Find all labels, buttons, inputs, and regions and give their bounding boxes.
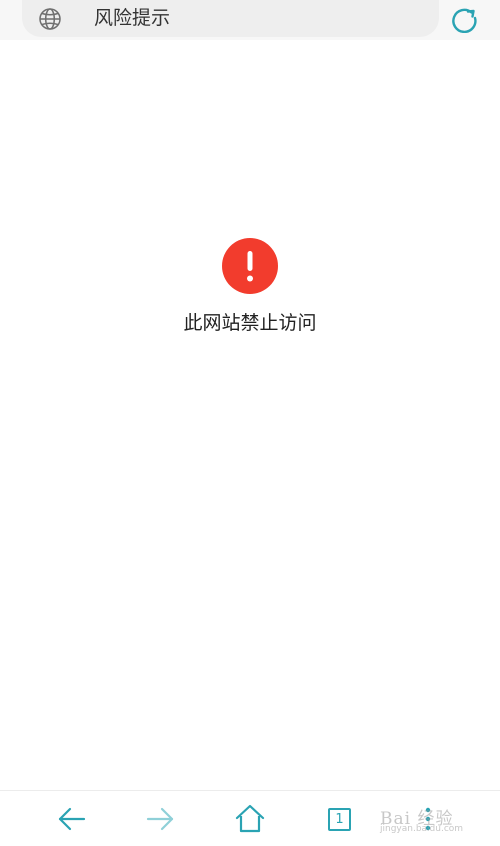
- tabs-button[interactable]: 1: [321, 801, 357, 837]
- blocked-message: 此网站禁止访问: [183, 312, 317, 334]
- tab-count-badge: 1: [328, 808, 351, 831]
- page-title: 风险提示: [94, 7, 171, 29]
- forward-button[interactable]: [143, 801, 179, 837]
- globe-icon: [38, 7, 62, 31]
- home-button[interactable]: [232, 801, 268, 837]
- watermark-url: jingyan.baidu.com: [380, 824, 464, 834]
- back-button[interactable]: [53, 801, 89, 837]
- address-bar-area: 风险提示: [0, 0, 500, 40]
- address-bar[interactable]: 风险提示: [22, 0, 439, 37]
- forward-arrow-icon: [146, 807, 174, 831]
- home-icon: [235, 804, 265, 833]
- watermark: Bai 经验 jingyan.baidu.com: [380, 800, 498, 840]
- back-arrow-icon: [58, 807, 86, 831]
- refresh-icon[interactable]: [449, 3, 479, 34]
- exclamation-icon: [222, 238, 278, 294]
